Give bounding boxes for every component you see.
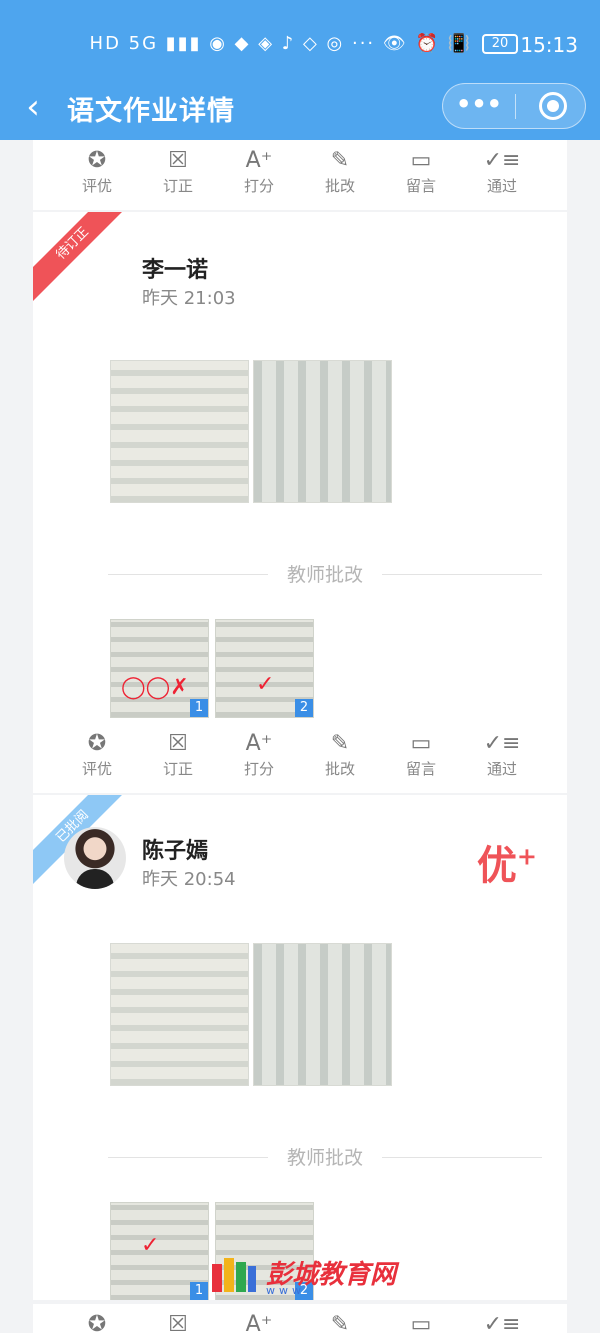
homework-photo[interactable] <box>253 943 392 1086</box>
correct-icon: ☒ <box>168 148 188 173</box>
status-icons: HD 5G ▮▮▮ ◉ ◆ ◈ ♪ ◇ ◎ ··· 👁 ⏰ 📳 <box>89 33 472 54</box>
comment-icon: ▭ <box>410 148 432 173</box>
red-mark-icon: ◯◯✗ <box>121 675 189 700</box>
correct-icon: ☒ <box>168 1312 188 1333</box>
comment-icon: ▭ <box>410 1312 432 1333</box>
capsule-divider <box>515 94 516 119</box>
submission-card[interactable]: 已批阅 陈子嫣 昨天 20:54 优+ 教师批改 ✓ 1 2 <box>33 795 567 1300</box>
red-check-icon: ✓ <box>141 1233 160 1258</box>
submission-card[interactable]: 待订正 李一诺 昨天 21:03 教师批改 ◯◯✗ 1 ✓ 2 <box>33 212 567 727</box>
miniprogram-capsule: ••• <box>442 83 586 129</box>
message-button[interactable]: ▭ 留言 <box>391 146 451 204</box>
status-bar: HD 5G ▮▮▮ ◉ ◆ ◈ ♪ ◇ ◎ ··· 👁 ⏰ 📳 20 15:13 <box>0 0 600 75</box>
comment-icon: ▭ <box>410 731 432 756</box>
graded-thumbnail[interactable]: ✓ 2 <box>215 619 314 718</box>
pencil-icon: ✎ <box>330 731 350 756</box>
check-list-icon: ✓≡ <box>483 148 521 173</box>
status-time: 15:13 <box>520 33 578 57</box>
thumbnail-index: 2 <box>295 699 313 717</box>
homework-photo[interactable] <box>110 360 249 503</box>
grade-label: 优+ <box>476 842 537 889</box>
score-button[interactable]: A⁺ <box>229 1310 289 1333</box>
avatar[interactable] <box>64 827 126 889</box>
correct-button[interactable]: ☒ <box>148 1310 208 1333</box>
battery-icon: 20 <box>482 34 518 54</box>
check-list-icon: ✓≡ <box>483 731 521 756</box>
pass-button[interactable]: ✓≡ 通过 <box>472 146 532 204</box>
score-button[interactable]: A⁺ 打分 <box>229 146 289 204</box>
status-ribbon: 待订正 <box>33 212 131 302</box>
student-name: 陈子嫣 <box>142 839 209 864</box>
thumbnail-index: 1 <box>190 699 208 717</box>
homework-photo[interactable] <box>110 943 249 1086</box>
graded-thumbnail[interactable]: ✓ 1 <box>110 1202 209 1300</box>
grade-button[interactable]: ✎ 批改 <box>310 146 370 204</box>
homework-photo[interactable] <box>253 360 392 503</box>
graded-thumbnail[interactable]: ◯◯✗ 1 <box>110 619 209 718</box>
correct-button[interactable]: ☒ 订正 <box>148 146 208 204</box>
pass-button[interactable]: ✓≡ 通过 <box>472 729 532 787</box>
more-icon[interactable]: ••• <box>443 84 515 128</box>
check-list-icon: ✓≡ <box>483 1312 521 1333</box>
section-divider: 教师批改 <box>108 560 542 590</box>
excellent-button[interactable]: ✪ 评优 <box>67 146 127 204</box>
award-icon: ✪ <box>87 148 107 173</box>
section-divider: 教师批改 <box>108 1143 542 1173</box>
score-icon: A⁺ <box>245 731 273 756</box>
action-toolbar: ✪ 评优 ☒ 订正 A⁺ 打分 ✎ 批改 ▭ 留言 ✓≡ 通过 <box>33 140 567 210</box>
close-miniprogram-icon[interactable] <box>539 92 567 120</box>
thumbnail-index: 1 <box>190 1282 208 1300</box>
correct-button[interactable]: ☒ 订正 <box>148 729 208 787</box>
pass-button[interactable]: ✓≡ <box>472 1310 532 1333</box>
score-button[interactable]: A⁺ 打分 <box>229 729 289 787</box>
submit-time: 昨天 21:03 <box>142 288 236 309</box>
pencil-icon: ✎ <box>330 148 350 173</box>
pencil-icon: ✎ <box>330 1312 350 1333</box>
red-check-icon: ✓ <box>256 672 275 697</box>
book-logo-icon <box>212 1258 256 1292</box>
score-icon: A⁺ <box>245 148 273 173</box>
site-watermark: 彭城教育网 www <box>210 1250 410 1300</box>
excellent-button[interactable]: ✪ <box>67 1310 127 1333</box>
correct-icon: ☒ <box>168 731 188 756</box>
action-toolbar: ✪ ☒ A⁺ ✎ ▭ ✓≡ <box>33 1304 567 1333</box>
message-button[interactable]: ▭ 留言 <box>391 729 451 787</box>
excellent-button[interactable]: ✪ 评优 <box>67 729 127 787</box>
action-toolbar: ✪ 评优 ☒ 订正 A⁺ 打分 ✎ 批改 ▭ 留言 ✓≡ 通过 <box>33 723 567 793</box>
page-title: 语文作业详情 <box>67 96 235 127</box>
nav-bar: ‹ 语文作业详情 ••• <box>0 75 600 140</box>
message-button[interactable]: ▭ <box>391 1310 451 1333</box>
back-icon[interactable]: ‹ <box>18 87 48 127</box>
award-icon: ✪ <box>87 1312 107 1333</box>
submit-time: 昨天 20:54 <box>142 869 236 890</box>
grade-button[interactable]: ✎ <box>310 1310 370 1333</box>
score-icon: A⁺ <box>245 1312 273 1333</box>
student-name: 李一诺 <box>142 258 209 283</box>
award-icon: ✪ <box>87 731 107 756</box>
grade-button[interactable]: ✎ 批改 <box>310 729 370 787</box>
